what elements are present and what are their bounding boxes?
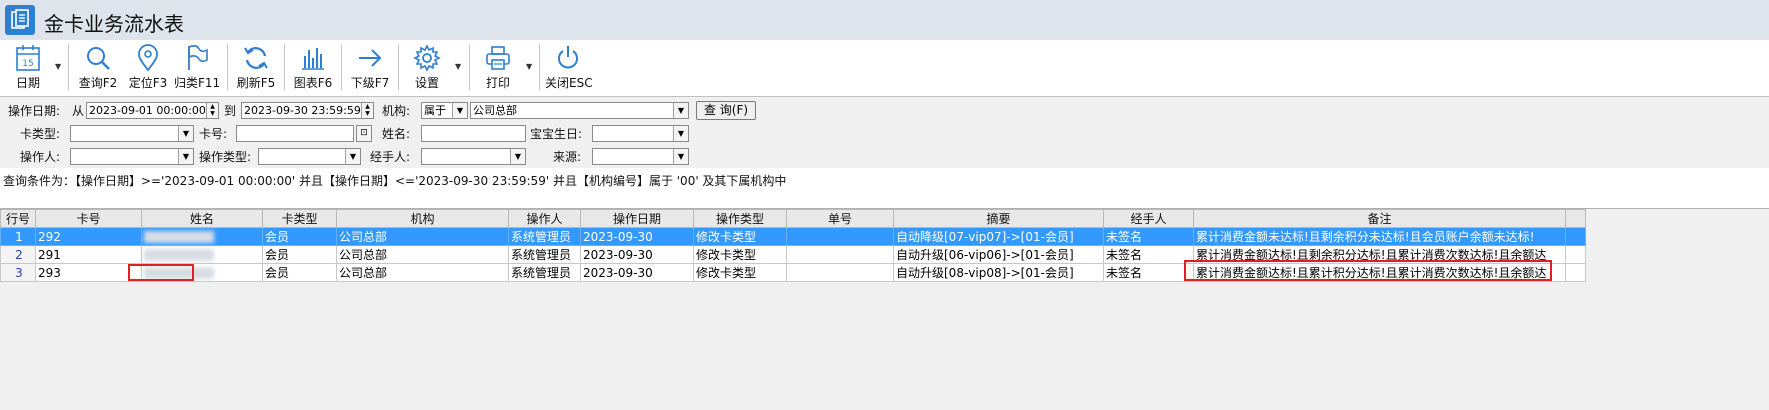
settings-button[interactable]: 设置	[408, 42, 446, 92]
query-submit-button[interactable]: 查 询(F)	[696, 101, 756, 120]
chevron-down-icon[interactable]: ▼	[178, 126, 193, 141]
source-label: 来源:	[553, 150, 582, 164]
handler-label: 经手人:	[370, 150, 411, 164]
bar-chart-icon	[302, 48, 324, 70]
from-label: 从	[72, 104, 85, 118]
table-header-row: 行号 卡号 姓名 卡类型 机构 操作人 操作日期 操作类型 单号 摘要 经手人 …	[0, 209, 1586, 228]
power-icon	[558, 46, 578, 69]
handler-select[interactable]: ▼	[421, 148, 526, 165]
chevron-down-icon[interactable]: ▼	[510, 149, 525, 164]
window-title: 金卡业务流水表	[44, 12, 184, 36]
filter-panel: 操作日期: 从 2023-09-01 00:00:00 ▲ ▼ 到 2023-09…	[0, 96, 1769, 168]
date-to-field[interactable]: 2023-09-30 23:59:59 ▲ ▼	[241, 102, 374, 119]
table-row[interactable]: 2 291 会员 公司总部 系统管理员 2023-09-30 修改卡类型 自动升…	[0, 245, 1586, 264]
search-icon	[87, 47, 110, 70]
date-dropdown-icon[interactable]: ▼	[55, 62, 61, 71]
column-header-op-type[interactable]: 操作类型	[693, 209, 787, 228]
card-no-label: 卡号:	[199, 127, 228, 141]
title-bar: 金卡业务流水表	[0, 0, 1769, 40]
spinner-icon[interactable]: ▲ ▼	[361, 103, 373, 118]
toolbar-separator	[539, 44, 540, 90]
card-type-select[interactable]: ▼	[70, 125, 194, 142]
column-header-org[interactable]: 机构	[336, 209, 509, 228]
gear-icon	[413, 44, 441, 72]
refresh-button[interactable]: 刷新F5	[234, 42, 278, 92]
baby-birthday-label: 宝宝生日:	[530, 127, 583, 141]
masked-name	[141, 245, 263, 264]
close-button[interactable]: 关闭ESC	[545, 42, 593, 92]
toolbar: 15 日期 ▼ 查询F2 定位F3 归类F11 刷新F5 图表F6 下级F7 设…	[0, 40, 1769, 95]
org-label: 机构:	[382, 104, 411, 118]
source-select[interactable]: ▼	[592, 148, 689, 165]
date-from-field[interactable]: 2023-09-01 00:00:00 ▲ ▼	[86, 102, 219, 119]
card-no-input[interactable]	[236, 125, 354, 142]
toolbar-separator	[284, 44, 285, 90]
column-header-handler[interactable]: 经手人	[1103, 209, 1194, 228]
card-type-label: 卡类型:	[20, 127, 61, 141]
masked-name	[141, 263, 263, 282]
op-type-label: 操作类型:	[199, 150, 252, 164]
svg-text:15: 15	[22, 59, 33, 69]
column-header-name[interactable]: 姓名	[141, 209, 263, 228]
records-table: 行号 卡号 姓名 卡类型 机构 操作人 操作日期 操作类型 单号 摘要 经手人 …	[0, 209, 1586, 282]
chevron-down-icon[interactable]: ▼	[673, 126, 688, 141]
operator-label: 操作人:	[20, 150, 61, 164]
flag-icon	[188, 45, 208, 70]
column-header-extra	[1565, 209, 1586, 228]
column-header-card-no[interactable]: 卡号	[35, 209, 142, 228]
classify-button[interactable]: 归类F11	[174, 42, 220, 92]
table-row[interactable]: 3 293 会员 公司总部 系统管理员 2023-09-30 修改卡类型 自动升…	[0, 263, 1586, 282]
chevron-down-icon[interactable]: ▼	[452, 103, 467, 118]
printer-icon	[486, 46, 510, 70]
spinner-icon[interactable]: ▲ ▼	[206, 103, 218, 118]
toolbar-separator	[341, 44, 342, 90]
name-label: 姓名:	[382, 127, 411, 141]
operator-select[interactable]: ▼	[70, 148, 194, 165]
masked-name	[141, 227, 263, 246]
toolbar-separator	[68, 44, 69, 90]
column-header-summary[interactable]: 摘要	[893, 209, 1104, 228]
print-dropdown-icon[interactable]: ▼	[526, 62, 532, 71]
print-button[interactable]: 打印	[479, 42, 517, 92]
column-header-order-no[interactable]: 单号	[786, 209, 894, 228]
toolbar-separator	[398, 44, 399, 90]
toolbar-separator	[227, 44, 228, 90]
date-button-label: 日期	[15, 76, 40, 90]
column-header-op-date[interactable]: 操作日期	[580, 209, 694, 228]
date-button[interactable]: 15 日期	[8, 42, 48, 92]
chevron-down-icon[interactable]: ▼	[178, 149, 193, 164]
chevron-down-icon[interactable]: ▼	[673, 149, 688, 164]
chart-button[interactable]: 图表F6	[291, 42, 335, 92]
document-icon	[5, 5, 35, 35]
op-date-label: 操作日期:	[8, 104, 61, 118]
query-button[interactable]: 查询F2	[76, 42, 120, 92]
settings-dropdown-icon[interactable]: ▼	[455, 62, 461, 71]
query-condition-text: 查询条件为：【操作日期】>='2023-09-01 00:00:00' 并且【操…	[3, 174, 787, 188]
refresh-icon	[244, 47, 268, 69]
table-row[interactable]: 1 292 会员 公司总部 系统管理员 2023-09-30 修改卡类型 自动降…	[0, 227, 1586, 246]
chevron-down-icon[interactable]: ▼	[345, 149, 360, 164]
card-lookup-button[interactable]: ⊡	[356, 125, 372, 142]
column-header-card-type[interactable]: 卡类型	[262, 209, 337, 228]
org-select[interactable]: 公司总部 ▼	[470, 102, 689, 119]
data-grid: 行号 卡号 姓名 卡类型 机构 操作人 操作日期 操作类型 单号 摘要 经手人 …	[0, 208, 1769, 410]
to-label: 到	[224, 104, 237, 118]
column-header-remark[interactable]: 备注	[1193, 209, 1566, 228]
location-pin-icon	[138, 44, 158, 72]
calendar-icon: 15	[16, 45, 40, 71]
org-mode-select[interactable]: 属于 ▼	[421, 102, 468, 119]
locate-button[interactable]: 定位F3	[126, 42, 170, 92]
chevron-down-icon[interactable]: ▼	[673, 103, 688, 118]
column-header-row-no[interactable]: 行号	[0, 209, 36, 228]
sublevel-button[interactable]: 下级F7	[348, 42, 392, 92]
baby-birthday-select[interactable]: ▼	[592, 125, 689, 142]
toolbar-separator	[469, 44, 470, 90]
column-header-operator[interactable]: 操作人	[508, 209, 581, 228]
name-input[interactable]	[421, 125, 526, 142]
op-type-select[interactable]: ▼	[258, 148, 361, 165]
arrow-right-icon	[359, 49, 382, 67]
